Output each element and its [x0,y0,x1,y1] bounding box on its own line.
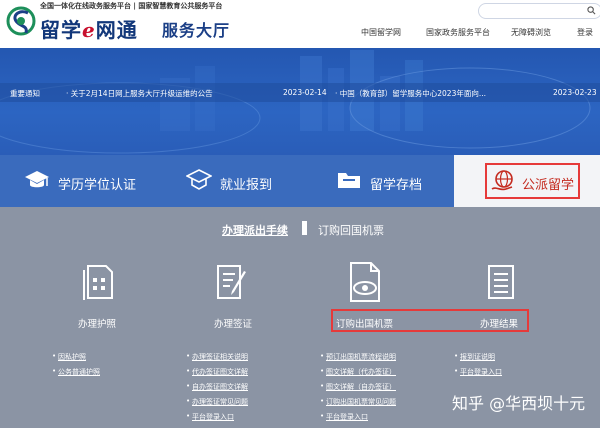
tab-label: 就业报到 [220,178,273,193]
link-result-platform-login[interactable]: 平台登录入口 [454,367,502,377]
hero-background-graphic [0,50,600,154]
subtab-divider [302,221,307,235]
toplink-accessibility[interactable]: 无障碍浏览 [511,27,551,38]
link-ticket-process[interactable]: 预订出国机票流程说明 [320,352,396,362]
site-name[interactable]: 留学e网通 [40,14,138,43]
header-tagline: 全国一体化在线政务服务平台 | 国家智慧教育公共服务平台 [40,2,223,10]
link-ticket-platform-login[interactable]: 平台登录入口 [320,412,368,422]
link-self-visa-guide[interactable]: 自办签证图文详解 [186,382,248,392]
tab-label: 留学存档 [370,178,423,193]
link-official-passport[interactable]: 公务普通护照 [52,367,100,377]
subtab-return-tickets[interactable]: 订购回国机票 [318,222,384,238]
toplink-cscse[interactable]: 中国留学网 [361,27,401,38]
site-header: 全国一体化在线政务服务平台 | 国家智慧教育公共服务平台 留学e网通 服务大厅 … [0,0,600,48]
tab-degree-verification[interactable]: 学历学位认证 [0,155,152,207]
highlight-box-tab [485,163,580,199]
subtab-departure-procedures[interactable]: 办理派出手续 [222,222,288,238]
folder-icon [338,173,360,188]
toplink-gov-platform[interactable]: 国家政务服务平台 [426,27,490,38]
eye-document-icon [350,262,380,302]
search-input[interactable] [478,3,600,19]
highlight-box-cards [331,309,529,332]
list-icon [488,265,514,299]
tab-employment-report[interactable]: 就业报到 [152,155,302,207]
card-title: 办理护照 [78,319,117,330]
notice-date-2: 2023-02-23 [553,88,597,97]
site-name-post: 网通 [95,18,138,42]
link-private-passport[interactable]: 因私护照 [52,352,86,362]
link-ticket-guide-self[interactable]: 图文详解（自办签证） [320,382,396,392]
notice-item-2[interactable]: · 中国（教育部）留学服务中心2023年面向... [335,88,486,99]
site-name-e: e [82,18,96,42]
notice-date-1: 2023-02-14 [283,88,327,97]
graduation-cap-icon [25,171,49,188]
site-name-pre: 留学 [40,18,82,42]
watermark: 知乎 @华西坝十元 [452,394,586,413]
link-ticket-guide-agent[interactable]: 图文详解（代办签证） [320,367,396,377]
site-logo-icon[interactable] [6,3,36,43]
link-visa-info[interactable]: 办理签证相关说明 [186,352,248,362]
link-ticket-faq[interactable]: 订购出国机票常见问题 [320,397,396,407]
tab-label: 学历学位认证 [58,178,137,193]
link-report-certificate[interactable]: 报到证说明 [454,352,495,362]
link-visa-faq[interactable]: 办理签证常见问题 [186,397,248,407]
notice-item-1[interactable]: · 关于2月14日网上服务大厅升级运维的公告 [66,88,213,99]
link-visa-platform-login[interactable]: 平台登录入口 [186,412,234,422]
notice-label: 重要通知 [10,89,40,98]
search-icon[interactable] [587,6,596,15]
card-title: 办理签证 [214,319,253,330]
hero-banner: 重要通知 · 关于2月14日网上服务大厅升级运维的公告 2023-02-14 ·… [0,48,600,155]
link-agent-visa-guide[interactable]: 代办签证图文详解 [186,367,248,377]
tab-study-archive[interactable]: 留学存档 [302,155,454,207]
toplink-login[interactable]: 登录 [577,27,593,38]
mortarboard-icon [186,169,212,190]
site-subname: 服务大厅 [162,21,231,40]
document-icon [83,265,113,300]
form-edit-icon [217,265,246,299]
